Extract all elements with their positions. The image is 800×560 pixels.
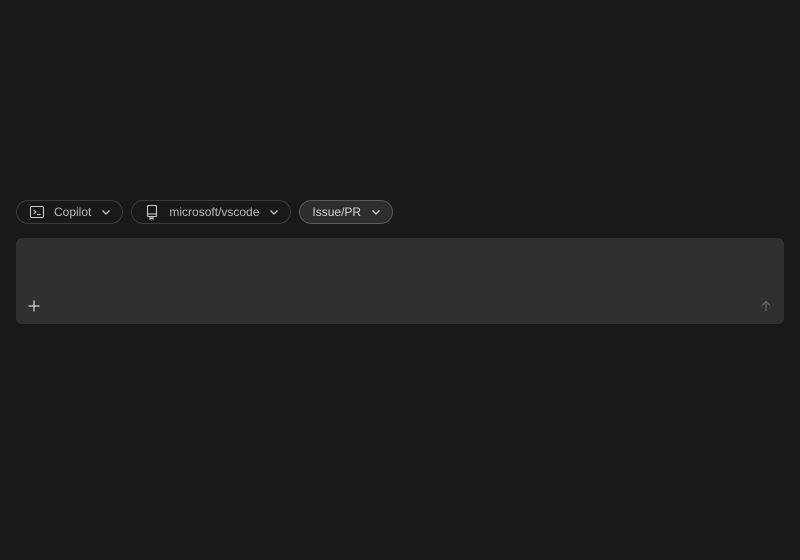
send-button[interactable] — [758, 298, 774, 314]
agent-picker-button[interactable]: Copilot — [16, 200, 124, 224]
repo-icon — [144, 204, 160, 220]
terminal-icon — [29, 204, 45, 220]
repo-picker-label: microsoft/vscode — [169, 205, 260, 219]
agent-picker-label: Copilot — [54, 205, 92, 219]
composer-toolbar: Copilot microsoft/vscode Issue/PR — [16, 200, 394, 224]
arrow-up-icon — [759, 299, 773, 313]
context-picker-label: Issue/PR — [312, 205, 362, 219]
chevron-down-icon — [100, 206, 112, 218]
prompt-composer — [16, 238, 784, 324]
context-picker-button[interactable]: Issue/PR — [299, 200, 394, 224]
add-attachment-button[interactable] — [26, 298, 42, 314]
prompt-input[interactable] — [16, 238, 784, 288]
chevron-down-icon — [268, 206, 280, 218]
plus-icon — [27, 299, 41, 313]
repo-picker-button[interactable]: microsoft/vscode — [131, 200, 292, 224]
chevron-down-icon — [370, 206, 382, 218]
